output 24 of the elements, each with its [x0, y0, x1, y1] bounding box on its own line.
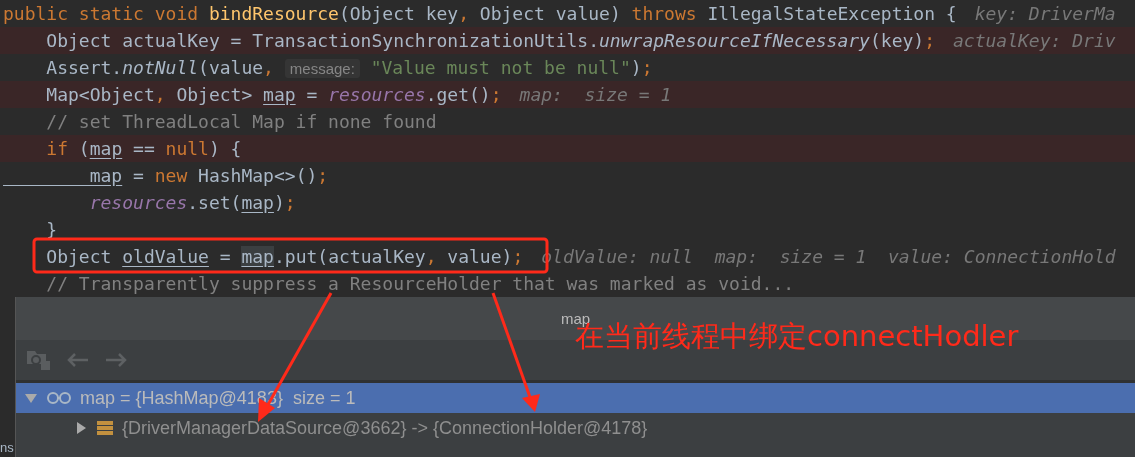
forward-arrow-icon[interactable] [104, 352, 128, 368]
collapse-arrow-icon[interactable] [24, 391, 38, 405]
back-arrow-icon[interactable] [66, 352, 90, 368]
code-line: resources.set(map); [88, 192, 296, 213]
folder-icon[interactable] [26, 348, 52, 372]
code-line: Map<Object, Object> map = resources.get(); [45, 84, 502, 105]
code-line: Object actualKey = TransactionSynchronizationUtils.unwrapResourceIfNecessary(key); [45, 30, 935, 51]
code-line: if (map == null) { [45, 138, 242, 159]
stack-icon [96, 420, 114, 436]
tree-label: {DriverManagerDataSource@3662} -> {ConnectionHolder@4178} [122, 417, 648, 439]
code-line: } [45, 219, 58, 240]
code-line: public static void bindResource(Object key, Object value) throws IllegalStateException { [2, 3, 957, 24]
code-line: // Transparently suppress a ResourceHolder that was marked as void... [45, 273, 795, 294]
cut-off-text: ns [0, 440, 15, 455]
code-line: // set ThreadLocal Map if none found [45, 111, 437, 132]
code-line: Object oldValue = map.put(actualKey, value); [45, 246, 524, 267]
inline-value-hint: actualKey: Driv [953, 30, 1116, 51]
expand-arrow-icon[interactable] [74, 421, 88, 435]
tree-row[interactable]: {DriverManagerDataSource@3662} -> {ConnectionHolder@4178} [16, 413, 1135, 443]
code-line: Assert.notNull(value, message: "Value must not be null"); [45, 57, 653, 78]
glasses-icon [46, 391, 72, 405]
inline-value-hint: key: DriverMa [974, 3, 1116, 24]
inline-value-hint: map: size = 1 [519, 84, 672, 105]
code-line: map = new HashMap<>(); [88, 165, 329, 186]
